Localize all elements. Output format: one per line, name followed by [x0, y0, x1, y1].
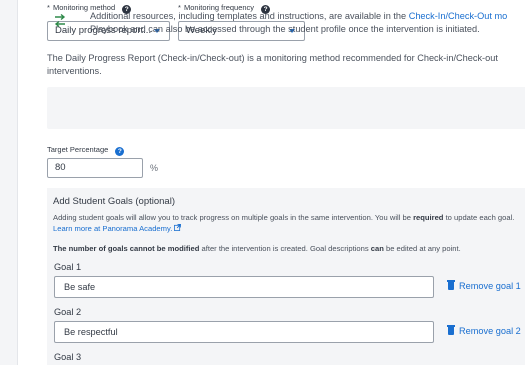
goals-count-text: after the intervention is created. Goal …	[199, 244, 371, 253]
remove-goal-1-label: Remove goal 1	[459, 281, 521, 291]
trash-icon	[447, 325, 455, 335]
goal-1-label: Goal 1	[54, 262, 82, 272]
method-description: The Daily Progress Report (Check-in/Chec…	[47, 53, 498, 76]
external-link-icon	[174, 224, 182, 231]
learn-more-text: Learn more at Panorama Academy.	[53, 224, 173, 233]
resources-text: Additional resources, including template…	[90, 10, 525, 36]
required-mark: *	[47, 3, 50, 12]
goal-2-label: Goal 2	[54, 307, 82, 317]
target-percentage-input[interactable]: 80	[47, 158, 143, 178]
goals-info-text: Adding student goals will allow you to t…	[53, 213, 414, 222]
goal-1-value: Be safe	[64, 282, 96, 292]
goals-count-emphasis: The number of goals cannot be modified	[53, 244, 200, 253]
goal-2-input[interactable]: Be respectful	[54, 321, 434, 343]
required-emphasis: required	[413, 213, 444, 222]
checkin-checkout-playbook-link[interactable]: Check-In/Check-Out mo	[409, 11, 508, 21]
resources-text-start: Additional resources, including template…	[90, 11, 409, 21]
arrows-exchange-icon	[54, 13, 66, 28]
can-emphasis: can	[370, 244, 384, 253]
goal-1-input[interactable]: Be safe	[54, 276, 434, 298]
goal-2-value: Be respectful	[64, 327, 118, 337]
target-percentage-value: 80	[55, 162, 66, 173]
resources-text-end: Playbook and can also be accessed throug…	[90, 24, 480, 34]
goals-count-note: The number of goals cannot be modified a…	[53, 244, 525, 253]
remove-goal-2-label: Remove goal 2	[459, 326, 521, 336]
left-rail	[0, 0, 18, 365]
remove-goal-1-button[interactable]: Remove goal 1	[447, 280, 521, 291]
target-percentage-label: Target Percentage ?	[47, 145, 125, 156]
goal-3-label: Goal 3	[54, 352, 82, 362]
intervention-form: * Monitoring method ? Daily progress rep…	[18, 0, 525, 365]
remove-goal-2-button[interactable]: Remove goal 2	[447, 325, 521, 336]
panorama-academy-link[interactable]: Learn more at Panorama Academy.	[53, 224, 182, 233]
trash-icon	[447, 280, 455, 290]
help-icon[interactable]: ?	[115, 147, 125, 156]
goals-info-paragraph: Adding student goals will allow you to t…	[53, 212, 525, 234]
target-percentage-label-text: Target Percentage	[47, 145, 109, 154]
percent-unit: %	[150, 163, 159, 173]
goals-info-text-end: to update each goal.	[443, 213, 515, 222]
goals-count-text-end: be edited at any point.	[383, 244, 461, 253]
goals-section-title: Add Student Goals (optional)	[53, 196, 175, 207]
resources-info-box	[47, 87, 525, 129]
